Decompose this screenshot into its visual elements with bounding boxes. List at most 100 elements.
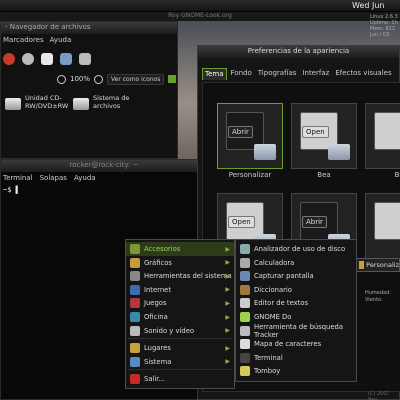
- menu-item[interactable]: Analizador de uso de disco: [236, 242, 356, 256]
- tab-fonts[interactable]: Tipografías: [256, 68, 299, 80]
- zoom-in-icon[interactable]: [94, 74, 104, 84]
- menu-item-label: Internet: [144, 285, 171, 294]
- theme-option[interactable]: Bl: [363, 101, 400, 181]
- tracker-icon: [240, 325, 250, 336]
- sound-video-icon: [130, 325, 140, 336]
- games-icon: [130, 298, 140, 309]
- menu-item[interactable]: Calculadora: [236, 256, 356, 270]
- calculator-icon: [240, 257, 250, 268]
- menu-item[interactable]: Sistema ▶: [126, 355, 234, 369]
- terminal-prompt[interactable]: ~$ ▌: [3, 186, 20, 194]
- menu-terminal[interactable]: Terminal: [3, 174, 33, 184]
- menu-item[interactable]: Gráficos ▶: [126, 256, 234, 270]
- cdrom-drive-icon: [5, 98, 21, 110]
- menu-bookmarks[interactable]: Marcadores: [3, 36, 44, 47]
- menu-item[interactable]: Lugares ▶: [126, 341, 234, 355]
- close-pane-icon[interactable]: [168, 75, 177, 83]
- zoom-controls: 100% Ver como iconos: [57, 72, 177, 86]
- menu-item-label: Capturar pantalla: [254, 272, 314, 281]
- menu-item-label: Calculadora: [254, 258, 295, 267]
- drive-label: Unidad CD-RW/DVD±RW: [25, 94, 69, 110]
- menu-item[interactable]: Diccionario: [236, 283, 356, 297]
- menu-tabs[interactable]: Solapas: [40, 174, 67, 184]
- internet-icon: [130, 284, 140, 295]
- search-icon[interactable]: [79, 53, 91, 65]
- menu-item[interactable]: Salir...: [126, 372, 234, 386]
- tab-theme[interactable]: Tema: [202, 68, 227, 80]
- terminal-icon: [240, 352, 250, 363]
- menu-item[interactable]: Editor de textos: [236, 296, 356, 310]
- submenu-arrow-icon: ▶: [225, 272, 230, 280]
- menu-item[interactable]: Tomboy: [236, 364, 356, 378]
- home-icon[interactable]: [41, 53, 53, 65]
- menu-item-label: Sonido y vídeo: [144, 326, 195, 335]
- view-mode-select[interactable]: Ver como iconos: [107, 73, 165, 85]
- zoom-out-icon[interactable]: [57, 74, 66, 84]
- stop-icon[interactable]: [3, 53, 15, 65]
- submenu-arrow-icon: ▶: [225, 358, 230, 366]
- tab-interface[interactable]: Interfaz: [300, 68, 331, 80]
- applications-menu: Accesorios ▶ Gráficos ▶ Herramientas del sis…: [125, 239, 235, 389]
- update-icon[interactable]: [322, 1, 332, 11]
- drive-label: Sistema de archivos: [93, 94, 130, 110]
- text-editor-icon: [240, 298, 250, 309]
- menu-item[interactable]: Oficina ▶: [126, 310, 234, 324]
- system-tools-icon: [130, 271, 140, 282]
- menu-item[interactable]: Accesorios ▶: [126, 242, 234, 256]
- menu-item-label: Editor de textos: [254, 299, 309, 308]
- zoom-level: 100%: [70, 75, 91, 83]
- desktop-title: Roy GNOME-Look.org: [168, 12, 232, 19]
- tab-background[interactable]: Fondo: [229, 68, 254, 80]
- menu-item-label: Lugares: [144, 344, 171, 353]
- customize-button[interactable]: Personaliz: [355, 258, 400, 272]
- menu-item[interactable]: Herramienta de búsqueda Tracker: [236, 322, 356, 339]
- computer-icon[interactable]: [60, 53, 72, 65]
- menu-help[interactable]: Ayuda: [50, 36, 72, 47]
- screenshot-icon: [240, 271, 250, 282]
- reload-icon[interactable]: [22, 53, 34, 65]
- submenu-arrow-icon: ▶: [225, 327, 230, 335]
- menu-help[interactable]: Ayuda: [74, 174, 96, 184]
- weather-details: Humedad: Viento:: [365, 290, 391, 303]
- submenu-arrow-icon: ▶: [225, 286, 230, 294]
- preview-button: Open: [302, 126, 329, 138]
- disk-usage-icon: [240, 244, 250, 254]
- preview-button: Open: [228, 216, 255, 228]
- menu-item[interactable]: Juegos ▶: [126, 296, 234, 310]
- menu-item[interactable]: Internet ▶: [126, 283, 234, 297]
- drive-filesystem[interactable]: Sistema de archivos: [73, 94, 143, 134]
- file-manager-titlebar[interactable]: - Navegador de archivos: [1, 22, 177, 34]
- menu-item-label: Salir...: [144, 375, 165, 384]
- menu-item[interactable]: Mapa de caracteres: [236, 337, 356, 351]
- menu-item-label: Herramienta de búsqueda Tracker: [254, 322, 344, 339]
- menu-item-label: Analizador de uso de disco: [254, 245, 346, 253]
- theme-option[interactable]: Open Bea: [289, 101, 359, 181]
- file-manager-window: - Navegador de archivos Marcadores Ayuda…: [0, 21, 178, 159]
- terminal-titlebar[interactable]: rocker@rock-city: ~: [1, 160, 207, 172]
- preview-button: Abrir: [228, 126, 253, 138]
- menu-item[interactable]: Sonido y vídeo ▶: [126, 324, 234, 338]
- terminal-menubar: Terminal Solapas Ayuda: [1, 174, 209, 184]
- menu-separator: [128, 369, 232, 371]
- desktop: Wed Jun Roy GNOME-Look.org - Navegador d…: [0, 0, 400, 400]
- folder-icon: [254, 144, 276, 160]
- tab-visual-effects[interactable]: Efectos visuales: [333, 68, 393, 80]
- graphics-icon: [130, 257, 140, 268]
- theme-option[interactable]: Abrir Personalizar: [215, 101, 285, 181]
- menu-item[interactable]: Capturar pantalla: [236, 269, 356, 283]
- menu-item-label: GNOME Do: [254, 313, 292, 321]
- prefs-titlebar[interactable]: Preferencias de la apariencia: [198, 46, 399, 58]
- submenu-arrow-icon: ▶: [225, 259, 230, 267]
- preview-window: [374, 112, 400, 150]
- clock[interactable]: Wed Jun: [352, 1, 384, 10]
- drive-cdrom[interactable]: Unidad CD-RW/DVD±RW: [5, 94, 75, 134]
- menu-item[interactable]: Terminal: [236, 351, 356, 365]
- menu-separator: [128, 338, 232, 340]
- folder-icon: [328, 144, 350, 160]
- customize-label: Personaliz: [366, 261, 399, 269]
- menu-item-label: Sistema: [144, 357, 172, 366]
- menu-item-label: Diccionario: [254, 285, 292, 294]
- network-icon[interactable]: [333, 1, 343, 11]
- menu-item[interactable]: Herramientas del sistema ▶: [126, 269, 234, 283]
- places-icon: [130, 343, 140, 354]
